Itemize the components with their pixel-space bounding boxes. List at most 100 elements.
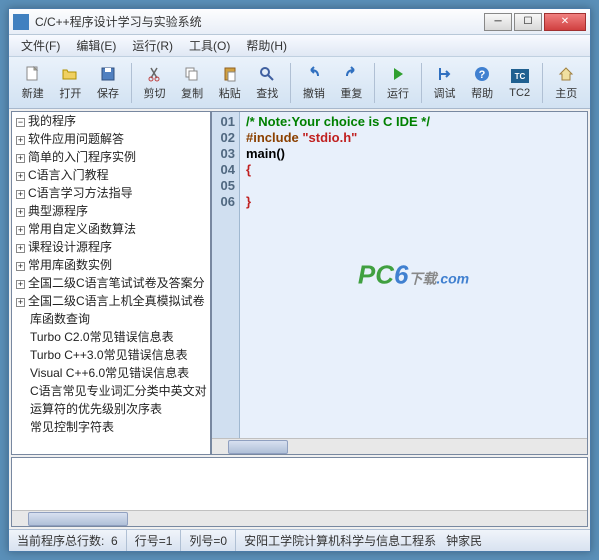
redo-button[interactable]: 重复 [334,60,370,106]
editor-area: 010203040506 /* Note:Your choice is C ID… [212,112,587,454]
run-button[interactable]: 运行 [380,60,416,106]
code-editor[interactable]: 010203040506 /* Note:Your choice is C ID… [212,112,587,438]
scrollbar-thumb[interactable] [28,512,128,526]
maximize-button[interactable]: ☐ [514,13,542,31]
menu-tools[interactable]: 工具(O) [181,35,238,56]
tree-item-label: 全国二级C语言笔试试卷及答案分 [28,276,205,290]
expand-icon[interactable]: + [16,226,25,235]
app-icon [13,14,29,30]
tree-item[interactable]: +常用库函数实例 [12,256,210,274]
menu-file[interactable]: 文件(F) [13,35,68,56]
tree-item[interactable]: +C语言入门教程 [12,166,210,184]
scrollbar-thumb[interactable] [228,440,288,454]
tree-item[interactable]: +软件应用问题解答 [12,130,210,148]
tree-item[interactable]: +简单的入门程序实例 [12,148,210,166]
debug-button[interactable]: 调试 [427,60,463,106]
menu-run[interactable]: 运行(R) [124,35,181,56]
line-number: 01 [212,114,235,130]
tree-item[interactable]: 库函数查询 [12,310,210,328]
open-button[interactable]: 打开 [53,60,89,106]
window-controls: ─ ☐ ✕ [484,13,586,31]
editor-hscrollbar[interactable] [212,438,587,454]
tree-item[interactable]: 常见控制字符表 [12,418,210,436]
undo-button[interactable]: 撤销 [296,60,332,106]
toolbar-separator [542,63,543,103]
line-number: 06 [212,194,235,210]
code-content[interactable]: /* Note:Your choice is C IDE */ #include… [240,112,587,438]
status-org: 安阳工学院计算机科学与信息工程系 钟家民 [236,530,590,551]
tree-item-label: 简单的入门程序实例 [28,150,136,164]
line-number: 02 [212,130,235,146]
save-icon [99,65,117,83]
line-number: 05 [212,178,235,194]
menubar: 文件(F) 编辑(E) 运行(R) 工具(O) 帮助(H) [9,35,590,57]
cut-icon [146,65,164,83]
new-button[interactable]: 新建 [15,60,51,106]
save-button[interactable]: 保存 [90,60,126,106]
status-linecount: 当前程序总行数: 6 [9,530,127,551]
minimize-button[interactable]: ─ [484,13,512,31]
undo-icon [305,65,323,83]
home-button[interactable]: 主页 [548,60,584,106]
expand-icon[interactable]: + [16,208,25,217]
tree-item[interactable]: −我的程序 [12,112,210,130]
collapse-icon[interactable]: − [16,118,25,127]
line-number: 04 [212,162,235,178]
tree-item[interactable]: 运算符的优先级别次序表 [12,400,210,418]
app-window: C/C++程序设计学习与实验系统 ─ ☐ ✕ 文件(F) 编辑(E) 运行(R)… [8,8,591,552]
code-brace: { [246,162,251,177]
copy-button[interactable]: 复制 [174,60,210,106]
tree-item[interactable]: +课程设计源程序 [12,238,210,256]
tree-item[interactable]: +C语言学习方法指导 [12,184,210,202]
help-button[interactable]: ? 帮助 [464,60,500,106]
tree-item-label: Turbo C++3.0常见错误信息表 [30,348,188,362]
expand-icon[interactable]: + [16,244,25,253]
output-hscrollbar[interactable] [12,510,587,526]
home-icon [557,65,575,83]
expand-icon[interactable]: + [16,172,25,181]
tree-item[interactable]: C语言常见专业词汇分类中英文对 [12,382,210,400]
tree-item[interactable]: Visual C++6.0常见错误信息表 [12,364,210,382]
expand-icon[interactable]: + [16,190,25,199]
tree-item[interactable]: +全国二级C语言笔试试卷及答案分 [12,274,210,292]
cut-button[interactable]: 剪切 [137,60,173,106]
tc2-button[interactable]: TC TC2 [502,60,538,106]
line-gutter: 010203040506 [212,112,240,438]
code-preproc: #include [246,130,302,145]
main-area: −我的程序+软件应用问题解答+简单的入门程序实例+C语言入门教程+C语言学习方法… [11,111,588,455]
toolbar-separator [290,63,291,103]
tree-item-label: 常见控制字符表 [30,420,114,434]
expand-icon[interactable]: + [16,298,25,307]
project-tree[interactable]: −我的程序+软件应用问题解答+简单的入门程序实例+C语言入门教程+C语言学习方法… [12,112,212,454]
help-icon: ? [473,65,491,83]
open-icon [61,65,79,83]
expand-icon[interactable]: + [16,154,25,163]
window-title: C/C++程序设计学习与实验系统 [35,13,484,30]
tree-item-label: 典型源程序 [28,204,88,218]
close-button[interactable]: ✕ [544,13,586,31]
tree-item[interactable]: +常用自定义函数算法 [12,220,210,238]
tree-item[interactable]: Turbo C++3.0常见错误信息表 [12,346,210,364]
find-icon [258,65,276,83]
expand-icon[interactable]: + [16,136,25,145]
svg-text:?: ? [479,69,486,81]
tree-item[interactable]: Turbo C2.0常见错误信息表 [12,328,210,346]
debug-icon [435,65,453,83]
expand-icon[interactable]: + [16,280,25,289]
expand-icon[interactable]: + [16,262,25,271]
titlebar: C/C++程序设计学习与实验系统 ─ ☐ ✕ [9,9,590,35]
output-panel[interactable] [11,457,588,527]
tree-item[interactable]: +典型源程序 [12,202,210,220]
paste-button[interactable]: 粘贴 [212,60,248,106]
tree-item-label: C语言学习方法指导 [28,186,133,200]
toolbar-separator [374,63,375,103]
tc2-icon: TC [511,67,529,85]
statusbar: 当前程序总行数: 6 行号=1 列号=0 安阳工学院计算机科学与信息工程系 钟家… [9,529,590,551]
status-row: 行号=1 [127,530,182,551]
tree-item[interactable]: +全国二级C语言上机全真模拟试卷 [12,292,210,310]
tree-item-label: 软件应用问题解答 [28,132,124,146]
tree-item-label: C语言入门教程 [28,168,109,182]
find-button[interactable]: 查找 [250,60,286,106]
menu-edit[interactable]: 编辑(E) [68,35,124,56]
menu-help[interactable]: 帮助(H) [238,35,295,56]
